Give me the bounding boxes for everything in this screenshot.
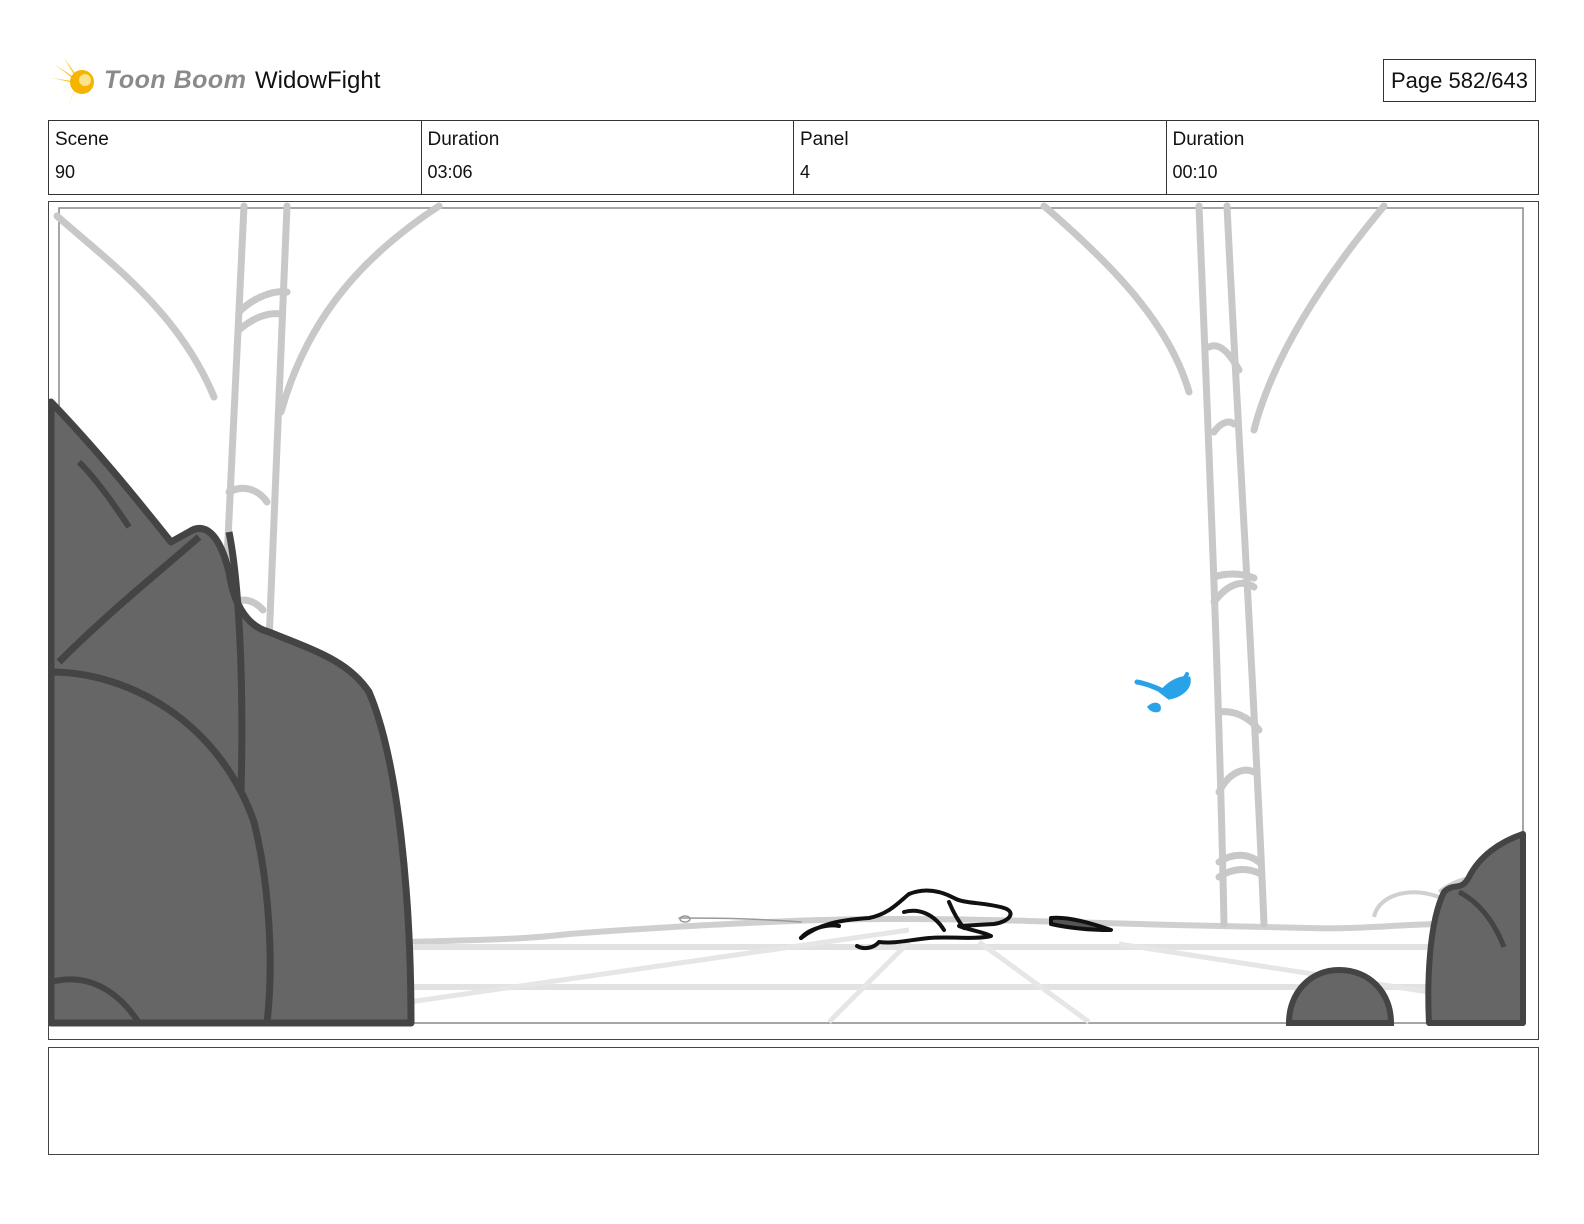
- scene-value: 90: [55, 162, 76, 182]
- panel-duration-cell: Duration 00:10: [1167, 121, 1539, 194]
- scene-duration-cell: Duration 03:06: [422, 121, 794, 194]
- info-table: Scene 90 Duration 03:06 Panel 4 Duration…: [48, 120, 1539, 195]
- panel-value: 4: [800, 162, 811, 182]
- panel-duration-value: 00:10: [1172, 162, 1218, 182]
- scene-cell: Scene 90: [49, 121, 422, 194]
- panel-duration-label: Duration: [1172, 129, 1245, 150]
- scene-label: Scene: [55, 129, 109, 150]
- storyboard-panel: [48, 201, 1539, 1040]
- panel-cell: Panel 4: [794, 121, 1167, 194]
- panel-label: Panel: [800, 129, 849, 150]
- scene-duration-label: Duration: [427, 129, 500, 150]
- page-indicator: Page 582/643: [1383, 59, 1536, 102]
- scene-duration-value: 03:06: [427, 162, 473, 182]
- panel-notes: [48, 1047, 1539, 1155]
- starburst-icon: [52, 58, 94, 106]
- project-title: WidowFight: [255, 67, 381, 94]
- right-trees: [1040, 202, 1388, 928]
- blue-bird-sketch: [1134, 672, 1191, 713]
- panel-drawing: [49, 202, 1526, 1027]
- logo-wordmark: Toon Boom: [104, 66, 247, 94]
- toon-boom-logo: Toon Boom: [52, 56, 246, 108]
